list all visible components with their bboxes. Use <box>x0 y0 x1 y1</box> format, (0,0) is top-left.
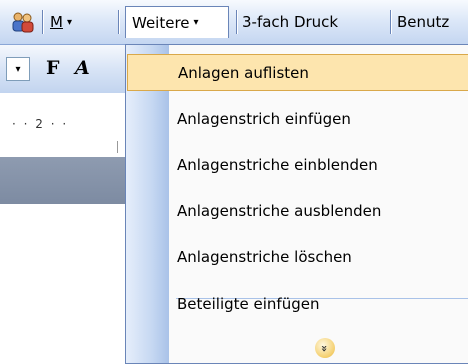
menu-item-label: Anlagenstriche einblenden <box>177 155 378 174</box>
font-combo-dropdown[interactable]: ▾ <box>6 57 30 81</box>
weitere-label: Weitere <box>132 13 190 32</box>
menu-item-label: Anlagen auflisten <box>178 63 309 82</box>
chevron-down-icon: ▾ <box>66 16 72 28</box>
dreifach-druck-button[interactable]: 3-fach Druck <box>242 8 338 36</box>
menu-item-beteiligte-einfuegen[interactable]: Beteiligte einfügen <box>127 285 468 322</box>
ruler-ticks: · · 2 · · <box>12 117 69 131</box>
toolbar-separator <box>390 10 392 34</box>
menu-item-label: Anlagenstriche löschen <box>177 247 352 266</box>
menu-item-label: Anlagenstrich einfügen <box>177 109 351 128</box>
benutz-label: Benutz <box>397 13 450 31</box>
m-menu-button[interactable]: M ▾ <box>48 8 74 36</box>
chevron-down-icon: ▾ <box>15 63 21 75</box>
expand-glyph: » <box>318 344 332 352</box>
weitere-menu-button[interactable]: Weitere ▾ <box>125 6 229 38</box>
ruler-indent-marker[interactable] <box>117 141 118 153</box>
menu-toolbar: M ▾ Weitere ▾ 3-fach Druck Benutz <box>0 0 468 45</box>
bold-button[interactable]: F <box>46 57 60 79</box>
menu-item-label: Beteiligte einfügen <box>177 294 320 313</box>
toolbar-separator <box>236 10 238 34</box>
menu-item-label: Anlagenstriche ausblenden <box>177 201 382 220</box>
menu-item-anlagenstriche-ausblenden[interactable]: Anlagenstriche ausblenden <box>127 192 468 229</box>
toolbar-separator <box>42 10 44 34</box>
chevron-down-icon: ▾ <box>193 17 199 28</box>
people-icon[interactable] <box>6 8 40 36</box>
chevron-double-down-icon[interactable]: » <box>315 338 335 358</box>
menu-item-anlagenstrich-einfuegen[interactable]: Anlagenstrich einfügen <box>127 100 468 137</box>
dreifach-label: 3-fach Druck <box>242 13 339 31</box>
menu-item-anlagenstriche-einblenden[interactable]: Anlagenstriche einblenden <box>127 146 468 183</box>
toolbar-separator <box>118 10 120 34</box>
italic-button[interactable]: A <box>75 57 90 79</box>
benutz-button[interactable]: Benutz <box>397 8 449 36</box>
menu-item-anlagenstriche-loeschen[interactable]: Anlagenstriche löschen <box>127 238 468 275</box>
weitere-dropdown-menu: Anlagen auflisten Anlagenstrich einfügen… <box>125 44 468 364</box>
menu-item-anlagen-auflisten[interactable]: Anlagen auflisten <box>127 54 468 91</box>
m-menu-label: M <box>50 13 63 31</box>
